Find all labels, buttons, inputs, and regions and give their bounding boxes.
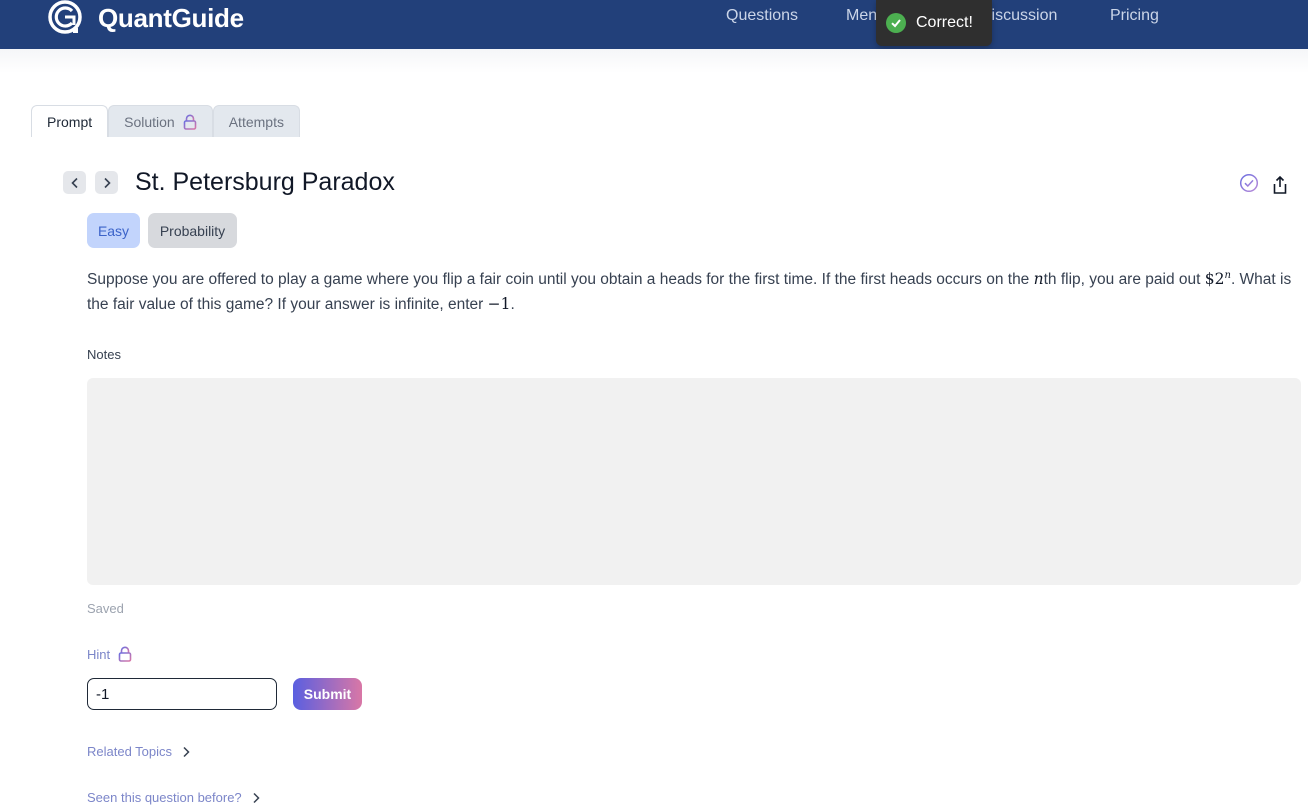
- brand-name: QuantGuide: [98, 2, 244, 33]
- submit-button[interactable]: Submit: [293, 678, 362, 710]
- share-icon[interactable]: [1271, 175, 1289, 195]
- topic-badge[interactable]: Probability: [148, 213, 237, 248]
- header-shadow: [0, 49, 1308, 73]
- math-variable: n: [1033, 270, 1044, 289]
- difficulty-badge: Easy: [87, 213, 140, 248]
- tab-solution[interactable]: Solution: [108, 105, 213, 137]
- correct-toast: Correct!: [876, 0, 992, 46]
- hint-label: Hint: [87, 646, 111, 662]
- notes-label: Notes: [87, 347, 121, 362]
- tab-solution-label: Solution: [124, 113, 175, 130]
- next-question-button[interactable]: [95, 171, 118, 194]
- prompt-text-1: Suppose you are offered to play a game w…: [87, 271, 1034, 289]
- logo[interactable]: QuantGuide: [46, 0, 244, 36]
- prompt-text-4: .: [510, 296, 515, 314]
- related-topics-link[interactable]: Related Topics: [87, 744, 190, 759]
- chevron-left-icon: [70, 177, 78, 188]
- tab-attempts-label: Attempts: [228, 113, 284, 130]
- chevron-right-icon: [103, 177, 111, 188]
- notes-saved-status: Saved: [87, 601, 124, 616]
- seen-before-label: Seen this question before?: [87, 790, 242, 805]
- previous-question-button[interactable]: [63, 171, 86, 194]
- notes-textarea[interactable]: [87, 378, 1301, 585]
- question-tabs: Prompt Solution Attempts: [31, 105, 300, 137]
- math-payout: $2: [1204, 270, 1225, 289]
- tab-prompt-label: Prompt: [47, 113, 93, 130]
- tab-attempts[interactable]: Attempts: [212, 105, 300, 137]
- related-topics-label: Related Topics: [87, 744, 173, 759]
- lock-icon: [118, 646, 132, 662]
- question-title: St. Petersburg Paradox: [135, 168, 395, 196]
- completed-check-icon[interactable]: [1239, 173, 1259, 193]
- nav-pricing[interactable]: Pricing: [1110, 7, 1159, 25]
- nav-questions[interactable]: Questions: [726, 7, 798, 25]
- quantguide-logo-icon: [48, 0, 82, 34]
- question-prompt: Suppose you are offered to play a game w…: [87, 264, 1302, 317]
- chevron-right-icon: [183, 746, 190, 757]
- hint-button[interactable]: Hint: [87, 646, 132, 662]
- toast-message: Correct!: [916, 14, 973, 31]
- chevron-right-icon: [253, 792, 260, 803]
- check-circle-icon: [886, 13, 906, 33]
- nav-mentorship[interactable]: Men: [846, 7, 877, 25]
- seen-before-link[interactable]: Seen this question before?: [87, 790, 260, 805]
- math-negative-one: −1: [487, 295, 511, 314]
- tab-prompt[interactable]: Prompt: [31, 105, 109, 137]
- lock-icon: [183, 114, 197, 130]
- top-navbar: QuantGuide Questions Men Discussion Pric…: [0, 0, 1308, 49]
- answer-input[interactable]: [87, 678, 277, 710]
- prompt-text-2: th flip, you are paid out: [1043, 271, 1205, 289]
